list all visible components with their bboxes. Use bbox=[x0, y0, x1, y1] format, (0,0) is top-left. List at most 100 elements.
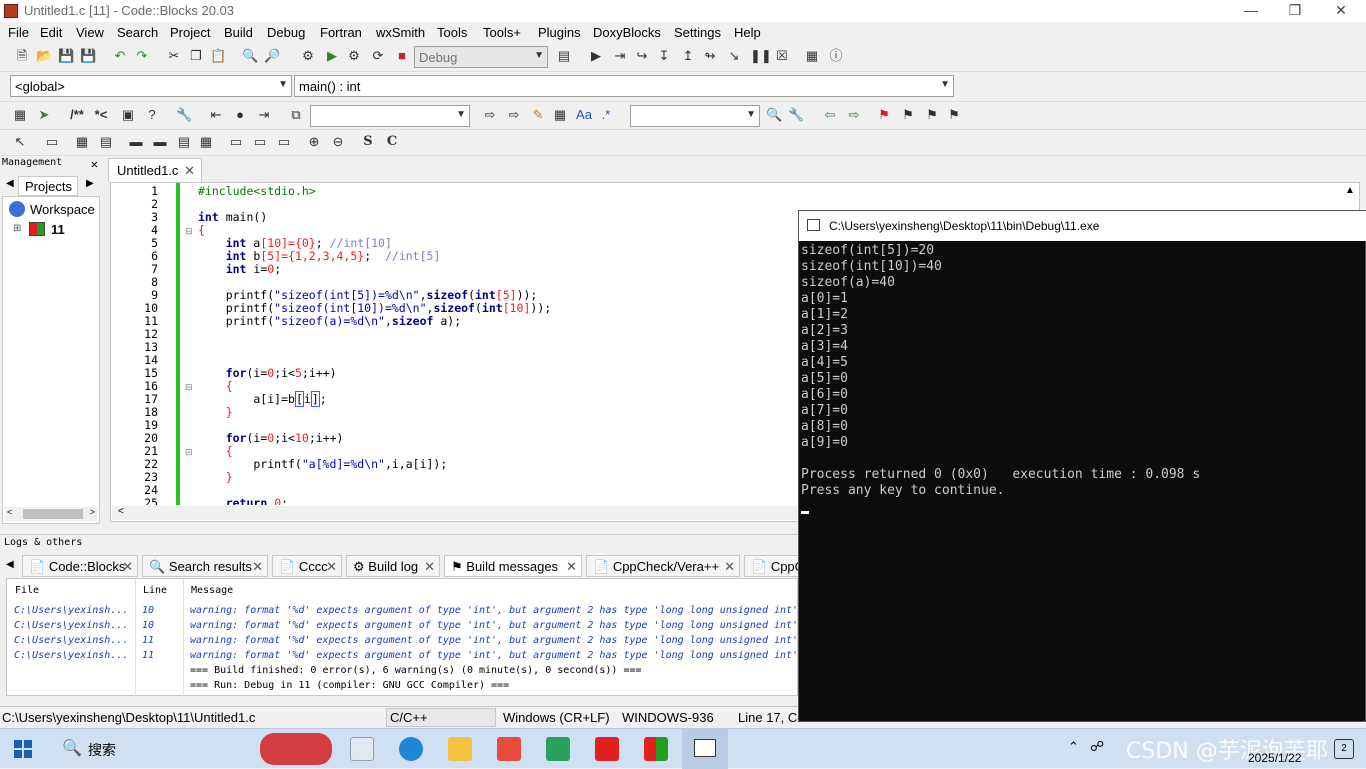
stop-debug-icon[interactable]: ☒ bbox=[774, 48, 790, 64]
tab-cppcheck-vera-[interactable]: 📄 CppCheck/Vera++ ✕ bbox=[586, 555, 740, 577]
menu-plugins[interactable]: Plugins bbox=[538, 25, 581, 40]
console-window[interactable]: C:\Users\yexinsheng\Desktop\11\bin\Debug… bbox=[798, 210, 1366, 722]
close-icon[interactable]: ✕ bbox=[326, 559, 337, 575]
windows-start-icon[interactable] bbox=[14, 740, 32, 758]
notification-icon[interactable]: 2 bbox=[1334, 739, 1354, 759]
close-icon[interactable]: ✕ bbox=[724, 559, 735, 575]
debug-windows-icon[interactable]: ▦ bbox=[804, 48, 820, 64]
workspace-label[interactable]: Workspace bbox=[30, 202, 95, 217]
edge-icon[interactable] bbox=[399, 737, 423, 761]
wrench-icon[interactable]: 🔧 bbox=[176, 107, 192, 123]
help-icon[interactable]: ? bbox=[144, 107, 160, 123]
codeblocks-taskbar-icon[interactable] bbox=[644, 737, 668, 761]
tab-scroll-right-icon[interactable]: ▶ bbox=[86, 178, 94, 189]
tab-projects[interactable]: Projects bbox=[18, 176, 78, 196]
next-instruction-icon[interactable]: ↬ bbox=[702, 48, 718, 64]
close-icon[interactable]: ✕ bbox=[122, 559, 133, 575]
tray-chevron-icon[interactable]: ⌃ bbox=[1068, 739, 1079, 755]
sizer-v-icon[interactable]: ▬ bbox=[152, 134, 168, 150]
menu-wxsmith[interactable]: wxSmith bbox=[376, 25, 425, 40]
next-line-icon[interactable]: ↪ bbox=[634, 48, 650, 64]
close-icon[interactable]: ✕ bbox=[91, 157, 98, 171]
menu-view[interactable]: View bbox=[76, 25, 104, 40]
debug-run-icon[interactable]: ▶ bbox=[588, 48, 604, 64]
menu-project[interactable]: Project bbox=[170, 25, 210, 40]
copy-icon[interactable]: ❐ bbox=[188, 48, 204, 64]
s-icon[interactable]: S bbox=[360, 134, 376, 150]
editor-hscrollbar[interactable]: < bbox=[112, 506, 798, 520]
find-icon[interactable]: 🔍 bbox=[242, 48, 258, 64]
compiler-icon[interactable]: ▦ bbox=[12, 107, 28, 123]
undo-icon[interactable]: ↶ bbox=[112, 48, 128, 64]
checkbox-widget-icon[interactable]: ▭ bbox=[276, 134, 292, 150]
project-label[interactable]: 11 bbox=[51, 222, 65, 237]
app-icon[interactable] bbox=[546, 737, 570, 761]
close-icon[interactable]: ✕ bbox=[184, 163, 195, 179]
expand-icon[interactable]: ⊞ bbox=[13, 223, 21, 234]
menu-debug[interactable]: Debug bbox=[267, 25, 305, 40]
new-file-icon[interactable]: 🗎 bbox=[14, 48, 30, 64]
menu-build[interactable]: Build bbox=[224, 25, 253, 40]
console-taskbar-item[interactable] bbox=[682, 729, 728, 769]
tab-cppch[interactable]: 📄 CppCh bbox=[744, 555, 800, 577]
tab-code-blocks[interactable]: 📄 Code::Blocks ✕ bbox=[22, 555, 138, 577]
flag-clear-icon[interactable]: ⚑ bbox=[946, 107, 962, 123]
menu-settings[interactable]: Settings bbox=[674, 25, 721, 40]
sizer-box-icon[interactable]: ▤ bbox=[176, 134, 192, 150]
maximize-button[interactable]: ❐ bbox=[1272, 2, 1318, 20]
menu-search[interactable]: Search bbox=[117, 25, 158, 40]
info-icon[interactable]: ⓘ bbox=[828, 48, 844, 64]
save-icon[interactable]: 💾 bbox=[58, 48, 74, 64]
log-cell-file[interactable]: C:\Users\yexinsh... bbox=[14, 605, 128, 616]
build-run-icon[interactable]: ⚙ bbox=[346, 48, 362, 64]
menu-tools-[interactable]: Tools+ bbox=[483, 25, 521, 40]
forward-arrow-icon[interactable]: ⇨ bbox=[506, 107, 522, 123]
find-select[interactable]: ▼ bbox=[630, 105, 760, 127]
search-icon[interactable]: 🔍 bbox=[62, 738, 82, 758]
save-all-icon[interactable]: 💾 bbox=[80, 48, 96, 64]
back-arrow-icon[interactable]: ⇨ bbox=[482, 107, 498, 123]
uncomment-icon[interactable]: *< bbox=[90, 107, 112, 123]
minimize-button[interactable]: — bbox=[1228, 2, 1274, 20]
prev-bookmark-icon[interactable]: ⇤ bbox=[208, 107, 224, 123]
regex-icon[interactable]: .* bbox=[598, 107, 614, 123]
fold-icon[interactable]: ⊟ bbox=[185, 447, 193, 458]
close-icon[interactable]: ✕ bbox=[424, 559, 435, 575]
prev-icon[interactable]: ⇦ bbox=[822, 107, 838, 123]
image-icon[interactable]: ▤ bbox=[98, 134, 114, 150]
doc-icon[interactable]: ▣ bbox=[120, 107, 136, 123]
cut-icon[interactable]: ✂ bbox=[166, 48, 182, 64]
panel-icon[interactable]: ▭ bbox=[44, 134, 60, 150]
redo-icon[interactable]: ↷ bbox=[134, 48, 150, 64]
build-gear-icon[interactable]: ⚙ bbox=[300, 48, 316, 64]
flag-icon[interactable]: ⚑ bbox=[876, 107, 892, 123]
open-icon[interactable]: 📂 bbox=[36, 48, 52, 64]
run-to-cursor-icon[interactable]: ⇥ bbox=[612, 48, 628, 64]
next-bookmark-icon[interactable]: ⇥ bbox=[256, 107, 272, 123]
menu-tools[interactable]: Tools bbox=[437, 25, 467, 40]
search-icon[interactable]: 🔍 bbox=[766, 107, 782, 123]
close-button[interactable]: ✕ bbox=[1318, 2, 1364, 20]
flag-next-icon[interactable]: ⚑ bbox=[924, 107, 940, 123]
tag-icon[interactable]: ⧉ bbox=[288, 107, 304, 123]
network-icon[interactable]: ☍ bbox=[1090, 738, 1104, 755]
tab-build-log[interactable]: ⚙ Build log ✕ bbox=[346, 555, 440, 577]
tab-untitled1[interactable]: Untitled1.c ✕ bbox=[108, 158, 202, 182]
tab-search-results[interactable]: 🔍 Search results ✕ bbox=[142, 555, 268, 577]
scope-function-select[interactable]: main() : int ▼ bbox=[294, 75, 954, 97]
tab-build-messages[interactable]: ⚑ Build messages ✕ bbox=[444, 555, 582, 577]
tab-scroll-left-icon[interactable]: ◀ bbox=[6, 178, 14, 189]
next-icon[interactable]: ⇨ bbox=[846, 107, 862, 123]
scope-global-select[interactable]: <global> ▼ bbox=[10, 75, 292, 97]
toggle-bookmark-icon[interactable]: ● bbox=[232, 107, 248, 123]
replace-icon[interactable]: 🔎 bbox=[264, 48, 280, 64]
target-options-icon[interactable]: ▤ bbox=[556, 48, 572, 64]
menu-fortran[interactable]: Fortran bbox=[320, 25, 362, 40]
menu-file[interactable]: File bbox=[8, 25, 29, 40]
tree-hscrollbar[interactable]: < > bbox=[5, 507, 97, 521]
paste-icon[interactable]: 📋 bbox=[210, 48, 226, 64]
run-icon[interactable]: ▶ bbox=[324, 48, 340, 64]
pointer-icon[interactable]: ↖ bbox=[12, 134, 28, 150]
menu-doxyblocks[interactable]: DoxyBlocks bbox=[593, 25, 661, 40]
match-case-icon[interactable]: Aa bbox=[574, 107, 594, 123]
